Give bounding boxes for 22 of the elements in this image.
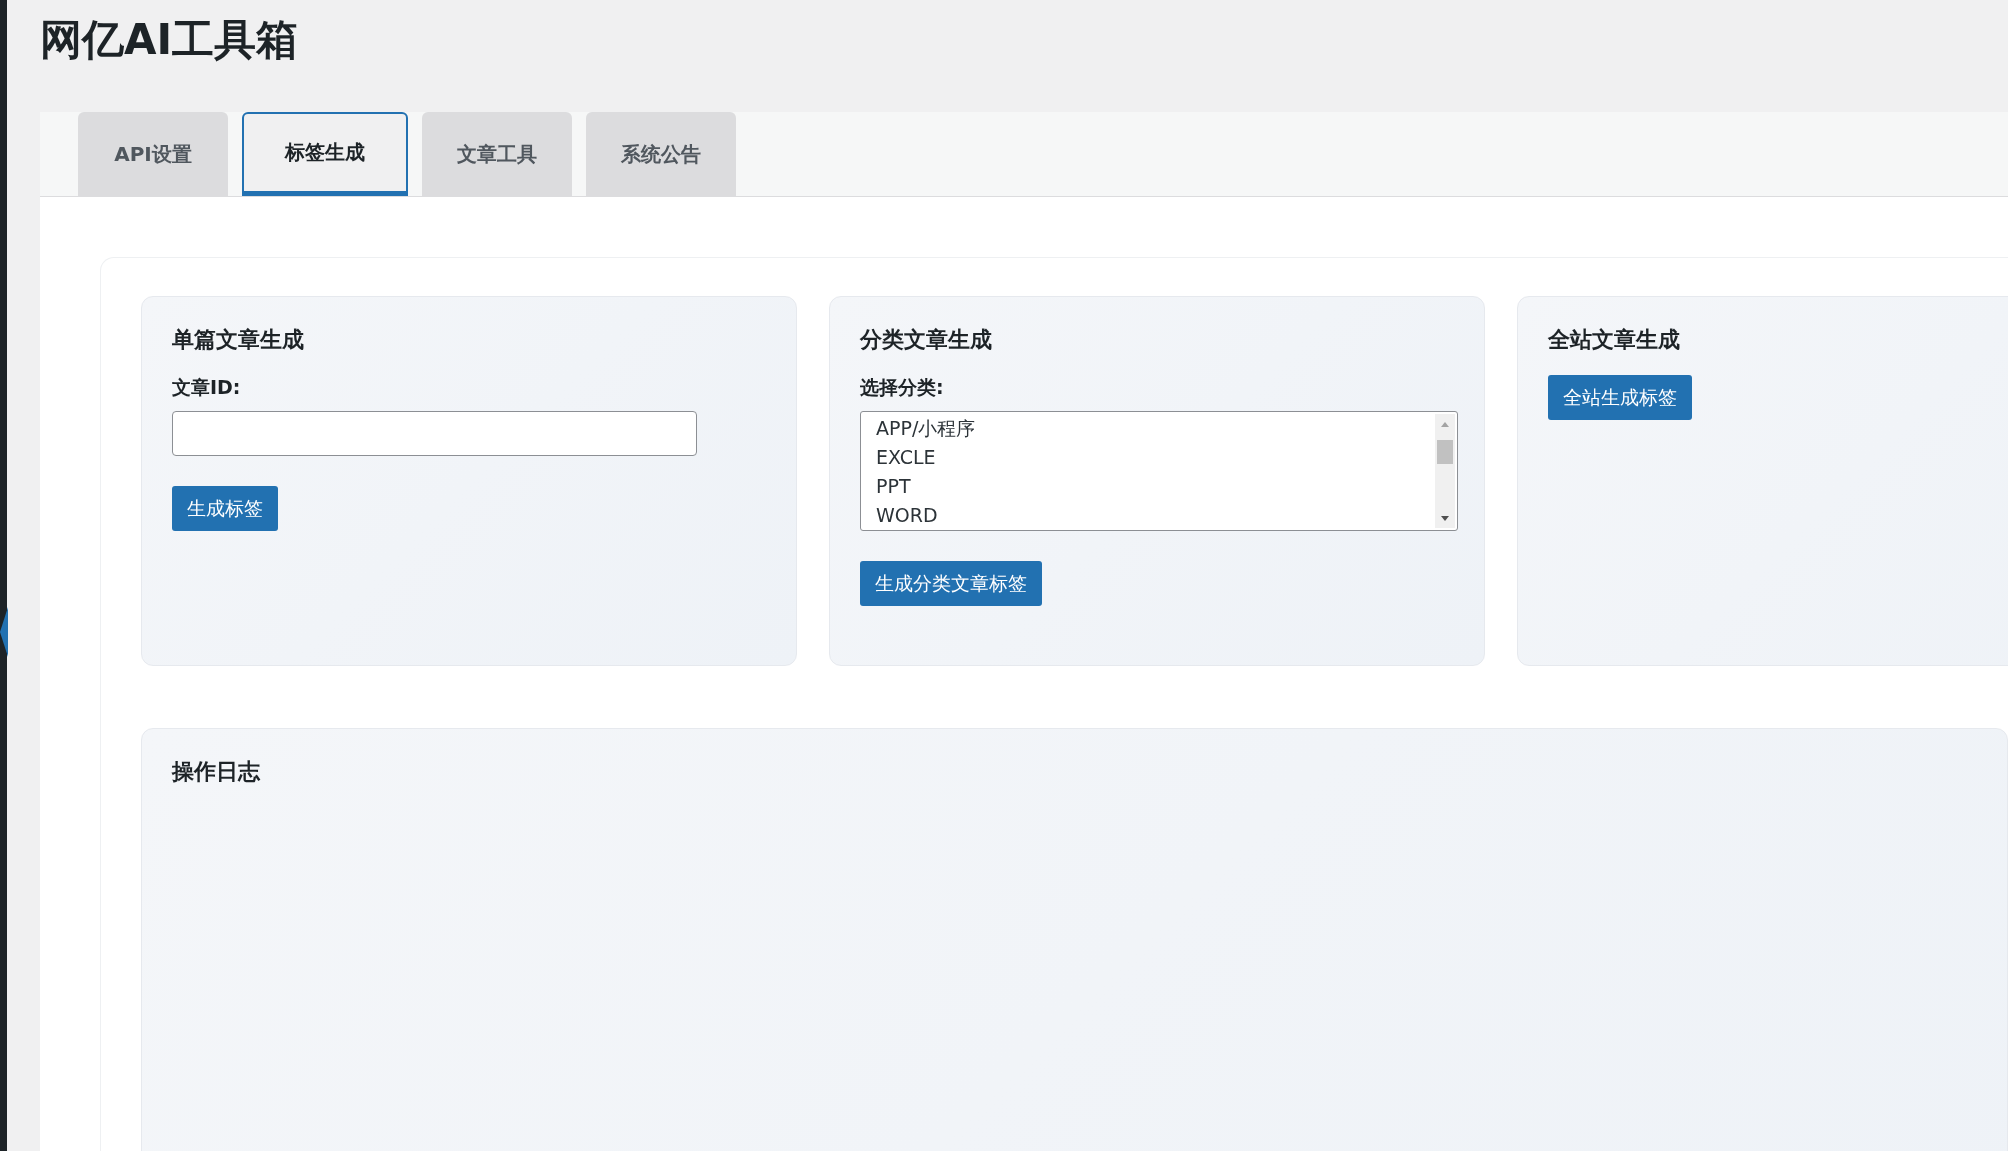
generate-button[interactable]: 生成分类文章标签 — [860, 561, 1042, 606]
card-title: 操作日志 — [172, 758, 261, 786]
card-title: 全站文章生成 — [1548, 326, 1680, 354]
scrollbar[interactable] — [1435, 414, 1455, 528]
collapse-handle[interactable] — [0, 607, 8, 657]
input-field[interactable] — [172, 411, 697, 456]
tab[interactable]: 文章工具 — [422, 112, 572, 196]
list-option[interactable]: APP/小程序 — [876, 414, 1435, 443]
page-title: 网亿AI工具箱 — [40, 14, 300, 66]
list-option[interactable]: EXCLE — [876, 443, 1435, 472]
field-label: 文章ID: — [172, 375, 241, 400]
tab[interactable]: API设置 — [78, 112, 228, 196]
field-label: 选择分类: — [860, 375, 944, 400]
generate-button[interactable]: 生成标签 — [172, 486, 278, 531]
tab[interactable]: 标签生成 — [242, 112, 408, 196]
category-listbox[interactable]: APP/小程序 EXCLE PPT WORD — [860, 411, 1458, 531]
card-title: 分类文章生成 — [860, 326, 992, 354]
tab[interactable]: 系统公告 — [586, 112, 736, 196]
list-option[interactable]: WORD — [876, 501, 1435, 530]
generate-button[interactable]: 全站生成标签 — [1548, 375, 1692, 420]
list-option[interactable]: PPT — [876, 472, 1435, 501]
card-title: 单篇文章生成 — [172, 326, 304, 354]
